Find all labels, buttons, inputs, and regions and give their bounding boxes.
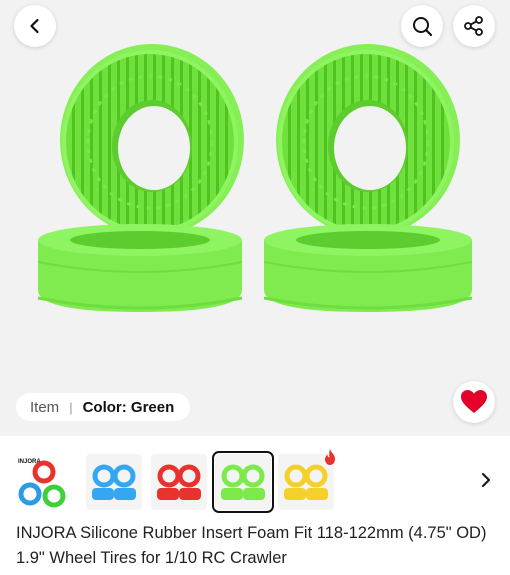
product-title: INJORA Silicone Rubber Insert Foam Fit 1… xyxy=(16,524,487,567)
search-icon xyxy=(413,17,433,37)
share-icon xyxy=(464,16,483,36)
variant-thumbnail-strip: INJORA xyxy=(0,448,510,514)
thumbnail-image xyxy=(221,464,265,500)
thumbnail-image: INJORA xyxy=(16,454,72,510)
product-image xyxy=(37,44,473,312)
heart-icon xyxy=(461,390,487,413)
right-tire-insert-upright xyxy=(276,44,460,236)
fire-icon xyxy=(325,449,335,465)
left-tire-insert-flat xyxy=(37,224,243,312)
thumbnail-green[interactable] xyxy=(212,451,274,513)
thumbnail-red[interactable] xyxy=(151,454,207,510)
sku-selector[interactable]: Item | Color: Green xyxy=(16,393,190,421)
favorite-button[interactable] xyxy=(453,381,495,423)
share-button[interactable] xyxy=(453,5,495,47)
thumbnail-image xyxy=(92,464,136,500)
search-button[interactable] xyxy=(401,5,443,47)
product-image-gallery[interactable]: Item | Color: Green xyxy=(0,0,510,436)
thumbnail-blue[interactable] xyxy=(86,454,142,510)
sku-color-label: Color: Green xyxy=(82,398,175,416)
chevron-left-icon xyxy=(30,18,39,34)
right-tire-insert-flat xyxy=(263,224,473,312)
back-button[interactable] xyxy=(14,5,56,47)
thumbnail-brand-multicolor[interactable]: INJORA xyxy=(16,454,72,510)
chevron-right-icon[interactable] xyxy=(476,470,496,490)
sku-separator: | xyxy=(69,399,73,415)
thumbnail-image xyxy=(157,464,201,500)
sku-item-label: Item xyxy=(30,398,60,416)
left-tire-insert-upright xyxy=(60,44,244,236)
